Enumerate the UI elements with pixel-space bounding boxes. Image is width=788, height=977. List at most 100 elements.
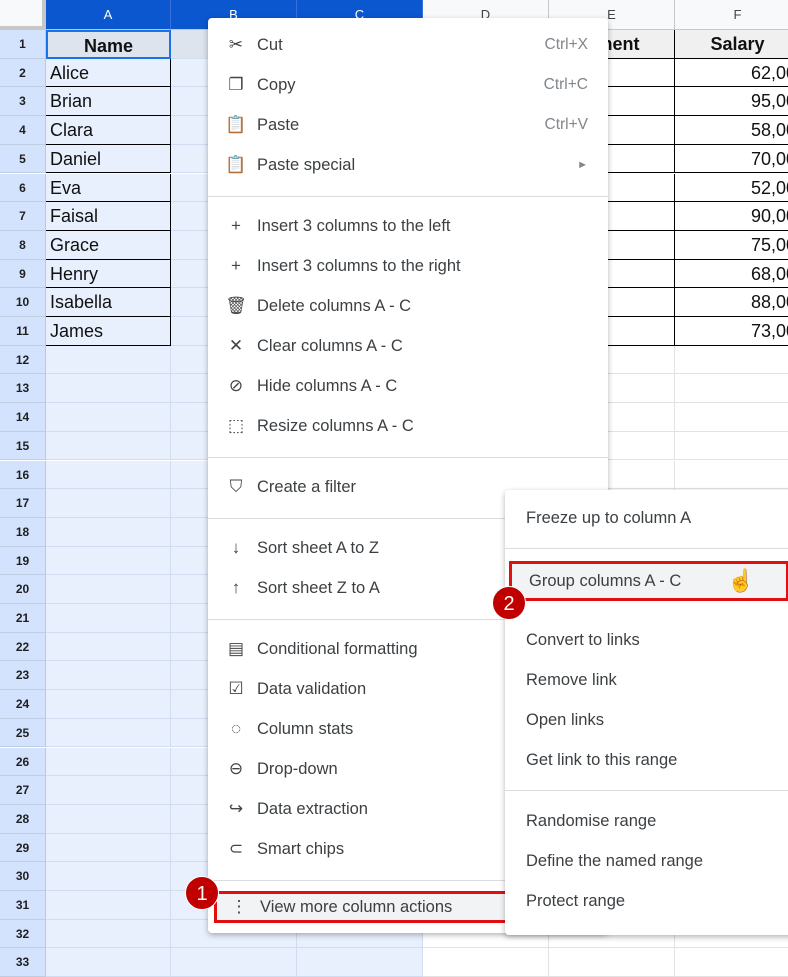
- cell-F4[interactable]: 58,00: [675, 116, 788, 145]
- submenu-item-convert-to-links[interactable]: Convert to links: [505, 622, 788, 658]
- row-header-28[interactable]: 28: [0, 804, 46, 834]
- row-header-27[interactable]: 27: [0, 776, 46, 805]
- menu-item-paste-special[interactable]: 📋 Paste special ►: [208, 147, 608, 183]
- row-header-17[interactable]: 17: [0, 489, 46, 518]
- row-header-16[interactable]: 16: [0, 460, 46, 490]
- cell-F2[interactable]: 62,00: [675, 59, 788, 88]
- cell-A3[interactable]: Brian: [46, 87, 171, 117]
- cell-A15[interactable]: [46, 431, 171, 461]
- cell-A4[interactable]: Clara: [46, 116, 171, 145]
- row-header-13[interactable]: 13: [0, 374, 46, 404]
- cell-A19[interactable]: [46, 546, 171, 576]
- row-header-32[interactable]: 32: [0, 919, 46, 949]
- menu-item-paste[interactable]: 📋 Paste Ctrl+V: [208, 107, 608, 143]
- submenu-item-randomise-range[interactable]: Randomise range: [505, 803, 788, 839]
- row-header-1[interactable]: 1: [0, 30, 46, 59]
- column-header-F[interactable]: F: [675, 0, 788, 30]
- cell-A26[interactable]: [46, 747, 171, 777]
- cell-A11[interactable]: James: [46, 317, 171, 346]
- row-header-5[interactable]: 5: [0, 144, 46, 174]
- row-header-25[interactable]: 25: [0, 718, 46, 748]
- cell-A27[interactable]: [46, 776, 171, 805]
- cell-A12[interactable]: [46, 345, 171, 375]
- cell-F8[interactable]: 75,00: [675, 231, 788, 260]
- row-header-23[interactable]: 23: [0, 661, 46, 691]
- row-header-6[interactable]: 6: [0, 173, 46, 203]
- cell-A7[interactable]: Faisal: [46, 202, 171, 231]
- select-all-corner[interactable]: [0, 0, 46, 30]
- row-header-4[interactable]: 4: [0, 116, 46, 145]
- row-header-2[interactable]: 2: [0, 58, 46, 88]
- submenu-item-freeze-up-to-column-a[interactable]: Freeze up to column A: [505, 500, 788, 536]
- cell-A5[interactable]: Daniel: [46, 144, 171, 174]
- row-header-31[interactable]: 31: [0, 891, 46, 920]
- cell-F11[interactable]: 73,00: [675, 317, 788, 346]
- cell-A28[interactable]: [46, 804, 171, 834]
- cell-C33[interactable]: [297, 948, 423, 977]
- cell-A6[interactable]: Eva: [46, 173, 171, 203]
- column-header-A[interactable]: A: [46, 0, 171, 30]
- menu-item-insert-3-columns-to-the-left[interactable]: + Insert 3 columns to the left: [208, 208, 608, 244]
- cell-A1[interactable]: Name: [46, 30, 171, 59]
- row-header-14[interactable]: 14: [0, 403, 46, 432]
- row-header-8[interactable]: 8: [0, 230, 46, 260]
- menu-item-insert-3-columns-to-the-right[interactable]: + Insert 3 columns to the right: [208, 248, 608, 284]
- menu-item-clear-columns-a-c[interactable]: ✕ Clear columns A - C: [208, 328, 608, 364]
- cell-A10[interactable]: Isabella: [46, 288, 171, 317]
- cell-E33[interactable]: [549, 948, 675, 977]
- cell-A23[interactable]: [46, 661, 171, 691]
- cell-A9[interactable]: Henry: [46, 259, 171, 289]
- cell-A30[interactable]: [46, 862, 171, 891]
- row-header-20[interactable]: 20: [0, 575, 46, 604]
- cell-A8[interactable]: Grace: [46, 230, 171, 260]
- cell-F14[interactable]: [675, 403, 788, 432]
- cell-F6[interactable]: 52,00: [675, 174, 788, 203]
- submenu-item-remove-link[interactable]: Remove link: [505, 662, 788, 698]
- cell-A29[interactable]: [46, 833, 171, 863]
- row-header-12[interactable]: 12: [0, 345, 46, 375]
- row-header-33[interactable]: 33: [0, 948, 46, 977]
- cell-F7[interactable]: 90,00: [675, 202, 788, 231]
- row-header-15[interactable]: 15: [0, 431, 46, 461]
- cell-D33[interactable]: [423, 948, 549, 977]
- cell-F1[interactable]: Salary: [675, 30, 788, 59]
- cell-A14[interactable]: [46, 403, 171, 432]
- menu-item-copy[interactable]: ❐ Copy Ctrl+C: [208, 67, 608, 103]
- cell-F10[interactable]: 88,00: [675, 288, 788, 317]
- submenu-item-open-links[interactable]: Open links: [505, 702, 788, 738]
- submenu-item-get-link-to-this-range[interactable]: Get link to this range: [505, 742, 788, 778]
- cell-F16[interactable]: [675, 461, 788, 490]
- cell-B33[interactable]: [171, 948, 297, 977]
- row-header-10[interactable]: 10: [0, 288, 46, 317]
- row-header-7[interactable]: 7: [0, 202, 46, 231]
- cell-F15[interactable]: [675, 432, 788, 461]
- row-header-11[interactable]: 11: [0, 317, 46, 346]
- cell-A25[interactable]: [46, 718, 171, 748]
- cell-A13[interactable]: [46, 374, 171, 404]
- cell-F3[interactable]: 95,00: [675, 87, 788, 117]
- row-header-18[interactable]: 18: [0, 517, 46, 547]
- row-header-29[interactable]: 29: [0, 833, 46, 863]
- cell-A17[interactable]: [46, 489, 171, 518]
- cell-A32[interactable]: [46, 919, 171, 949]
- cell-A2[interactable]: Alice: [46, 58, 171, 88]
- cell-F5[interactable]: 70,00: [675, 145, 788, 174]
- cell-A20[interactable]: [46, 575, 171, 604]
- row-header-3[interactable]: 3: [0, 87, 46, 117]
- row-header-24[interactable]: 24: [0, 690, 46, 719]
- cell-A16[interactable]: [46, 460, 171, 490]
- row-header-30[interactable]: 30: [0, 862, 46, 891]
- cell-A21[interactable]: [46, 604, 171, 633]
- row-header-9[interactable]: 9: [0, 259, 46, 289]
- cell-A18[interactable]: [46, 517, 171, 547]
- cell-F13[interactable]: [675, 374, 788, 404]
- cell-F33[interactable]: [675, 948, 788, 977]
- cell-A22[interactable]: [46, 632, 171, 662]
- submenu-item-protect-range[interactable]: Protect range: [505, 883, 788, 919]
- row-header-21[interactable]: 21: [0, 604, 46, 633]
- menu-item-hide-columns-a-c[interactable]: ⊘ Hide columns A - C: [208, 368, 608, 404]
- cell-A31[interactable]: [46, 891, 171, 920]
- cell-F12[interactable]: [675, 346, 788, 375]
- submenu-item-group-columns-a-c[interactable]: Group columns A - C ☝: [509, 561, 788, 601]
- row-header-26[interactable]: 26: [0, 747, 46, 777]
